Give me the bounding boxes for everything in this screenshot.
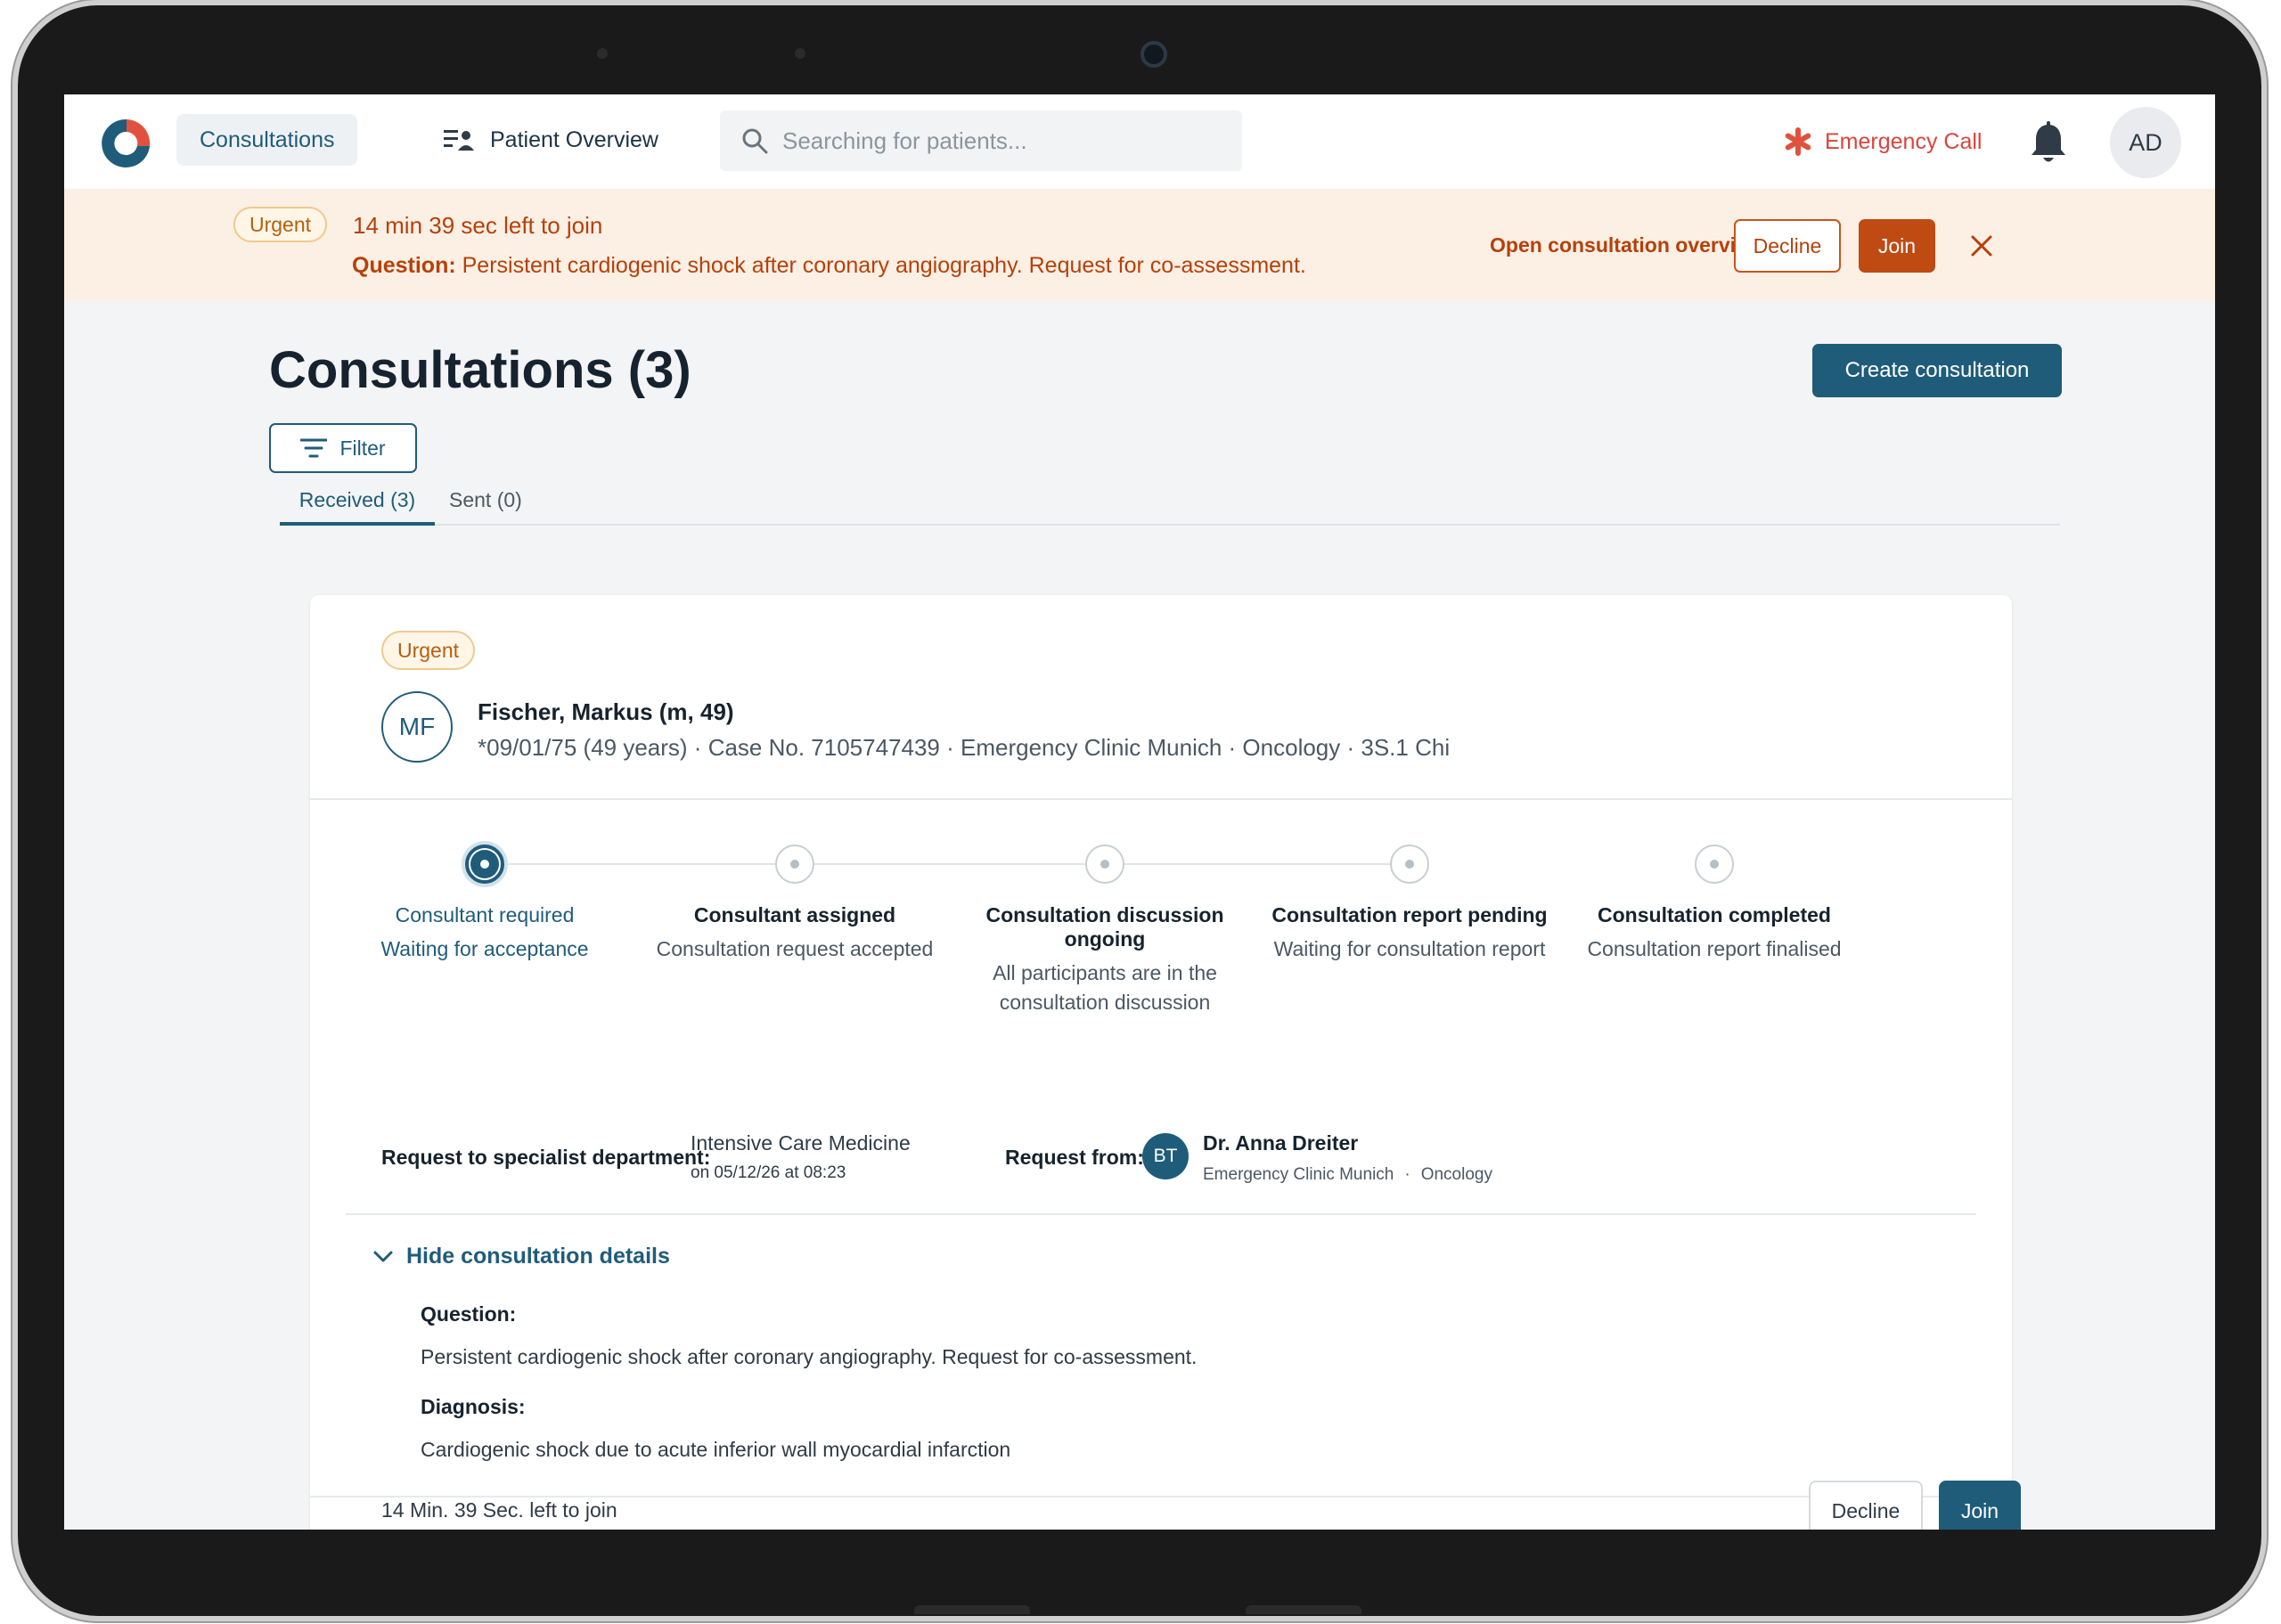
step-subtitle: All participants are in the consultation…: [993, 961, 1217, 1014]
question-label: Question:: [421, 1302, 517, 1326]
requester-department: Oncology: [1420, 1165, 1492, 1184]
step-indicator: [1390, 845, 1429, 884]
step-indicator: [1695, 845, 1734, 884]
user-avatar[interactable]: AD: [2110, 107, 2181, 178]
app-logo-icon: [102, 118, 151, 167]
requester-name: Dr. Anna Dreiter: [1203, 1131, 1359, 1155]
user-avatar-initials: AD: [2129, 128, 2162, 156]
requester-avatar: BT: [1142, 1133, 1189, 1179]
emergency-call-label: Emergency Call: [1825, 128, 1983, 154]
diagnosis-text: Cardiogenic shock due to acute inferior …: [421, 1438, 1011, 1461]
banner-join-button[interactable]: Join: [1859, 219, 1935, 273]
patient-initials: MF: [398, 713, 436, 740]
banner-decline-button[interactable]: Decline: [1734, 219, 1841, 273]
requester-separator: ·: [1404, 1165, 1410, 1184]
urgent-consultation-banner: Urgent 14 min 39 sec left to join Questi…: [64, 189, 2215, 301]
banner-question-label: Question:: [352, 253, 456, 278]
banner-decline-label: Decline: [1753, 233, 1822, 257]
filter-button[interactable]: Filter: [269, 423, 417, 473]
step-title: Consultation discussion ongoing: [985, 903, 1224, 951]
card-join-button[interactable]: Join: [1939, 1481, 2021, 1530]
step-discussion-ongoing: Consultation discussion ongoing All part…: [958, 845, 1252, 1017]
step-report-pending: Consultation report pending Waiting for …: [1263, 845, 1557, 964]
urgent-badge: Urgent: [233, 207, 328, 242]
sensor-dot: [597, 48, 608, 59]
nav-patient-overview[interactable]: Patient Overview: [421, 114, 682, 166]
emergency-call-button[interactable]: Emergency Call: [1784, 119, 1982, 164]
chevron-down-icon: [373, 1251, 393, 1261]
diagnosis-label: Diagnosis:: [421, 1395, 526, 1418]
hide-details-toggle[interactable]: Hide consultation details: [372, 1244, 670, 1269]
card-join-label: Join: [1960, 1498, 1999, 1522]
patient-name[interactable]: Fischer, Markus (m, 49): [478, 698, 734, 726]
banner-question-text: Persistent cardiogenic shock after coron…: [462, 253, 1306, 278]
step-completed: Consultation completed Consultation repo…: [1567, 845, 1861, 964]
request-department-label: Request to specialist department:: [381, 1146, 711, 1169]
sensor-dot: [795, 48, 805, 59]
step-subtitle: Waiting for consultation report: [1273, 937, 1546, 960]
requester-initials: BT: [1153, 1146, 1178, 1166]
step-consultant-assigned: Consultant assigned Consultation request…: [648, 845, 942, 964]
banner-join-label: Join: [1877, 233, 1917, 257]
asterisk-icon: [1785, 127, 1811, 156]
patient-meta: *09/01/75 (49 years) · Case No. 71057474…: [478, 734, 1451, 761]
card-urgent-badge: Urgent: [381, 631, 476, 670]
step-indicator: [775, 845, 814, 884]
open-consultation-overview-link[interactable]: Open consultation overview: [1490, 233, 1763, 257]
front-camera: [1140, 41, 1167, 68]
divider: [310, 1496, 2012, 1498]
question-text: Persistent cardiogenic shock after coron…: [421, 1345, 1198, 1368]
step-indicator: [1085, 845, 1124, 884]
filter-icon: [300, 438, 328, 458]
close-icon[interactable]: [1966, 230, 1998, 262]
divider: [346, 1213, 1976, 1215]
filter-label: Filter: [339, 436, 386, 460]
step-subtitle: Waiting for acceptance: [380, 937, 589, 960]
step-indicator-current: [465, 845, 504, 884]
bell-icon[interactable]: [2028, 121, 2069, 166]
banner-time-left: 14 min 39 sec left to join: [353, 212, 603, 239]
patient-avatar: MF: [381, 691, 453, 763]
step-title: Consultant assigned: [693, 903, 896, 926]
device-connector: [914, 1605, 1030, 1614]
patient-search-input[interactable]: Searching for patients...: [720, 110, 1242, 171]
top-navigation: Consultations Patient Overview Searching: [64, 94, 2215, 189]
nav-consultations[interactable]: Consultations: [176, 114, 358, 166]
card-decline-label: Decline: [1831, 1498, 1901, 1522]
tab-sent[interactable]: Sent (0): [449, 488, 522, 526]
consultation-card: Urgent MF Fischer, Markus (m, 49) *09/01…: [310, 595, 2012, 1530]
requester-clinic: Emergency Clinic Munich: [1203, 1165, 1394, 1184]
tablet-frame: Consultations Patient Overview Searching: [18, 5, 2261, 1616]
banner-question: Question: Persistent cardiogenic shock a…: [352, 253, 1306, 279]
step-subtitle: Consultation request accepted: [656, 937, 934, 960]
consultation-status-stepper: Consultant required Waiting for acceptan…: [310, 845, 2012, 1023]
create-consultation-button[interactable]: Create consultation: [1812, 344, 2062, 397]
step-consultant-required: Consultant required Waiting for acceptan…: [338, 845, 632, 964]
step-title: Consultant required: [395, 903, 575, 926]
request-department-value: Intensive Care Medicine: [691, 1131, 911, 1155]
hide-details-label: Hide consultation details: [406, 1244, 670, 1269]
nav-patient-overview-label: Patient Overview: [490, 126, 658, 152]
app-screen: Consultations Patient Overview Searching: [64, 94, 2215, 1530]
patient-list-icon: [444, 130, 474, 151]
nav-consultations-label: Consultations: [200, 126, 335, 152]
request-date: on 05/12/26 at 08:23: [691, 1163, 846, 1182]
requester-details: Emergency Clinic Munich · Oncology: [1203, 1165, 1492, 1185]
create-consultation-label: Create consultation: [1844, 358, 2030, 382]
device-connector: [1246, 1605, 1361, 1614]
consultation-tabs: Received (3) Sent (0): [280, 488, 2060, 526]
tab-received[interactable]: Received (3): [280, 488, 435, 526]
search-placeholder: Searching for patients...: [782, 126, 1027, 154]
step-subtitle: Consultation report finalised: [1587, 937, 1842, 960]
search-icon: [742, 128, 768, 154]
footer-time-left: 14 Min. 39 Sec. left to join: [381, 1498, 617, 1522]
page-title: Consultations (3): [269, 341, 691, 399]
step-title: Consultation completed: [1598, 903, 1831, 926]
divider: [310, 798, 2012, 800]
request-from-label: Request from:: [1005, 1146, 1144, 1169]
card-decline-button[interactable]: Decline: [1809, 1481, 1923, 1530]
step-title: Consultation report pending: [1271, 903, 1548, 926]
